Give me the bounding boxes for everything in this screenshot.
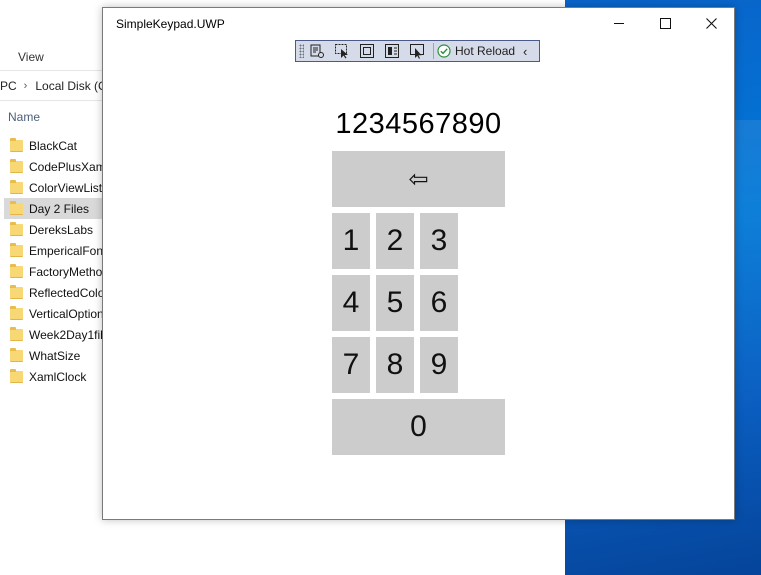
folder-name: ColorViewList (29, 180, 103, 195)
address-segment-pc[interactable]: PC (0, 79, 17, 93)
folder-icon (10, 221, 23, 236)
address-divider (0, 100, 104, 101)
list-item[interactable]: WhatSize (4, 345, 104, 366)
address-segment-local-disk[interactable]: Local Disk (C (35, 79, 106, 93)
hot-reload-label: Hot Reload (455, 44, 516, 58)
list-item[interactable]: ReflectedColo (4, 282, 104, 303)
xaml-debug-toolbar: Hot Reload ‹ (295, 40, 540, 62)
backspace-button[interactable]: ⇦ (332, 151, 505, 207)
folder-icon (10, 326, 23, 341)
hot-reload-button[interactable]: Hot Reload (437, 44, 515, 58)
desktop-area (0, 519, 565, 575)
folder-name: ReflectedColo (29, 285, 104, 300)
folder-icon (10, 158, 23, 173)
folder-name: FactoryMetho (29, 264, 103, 279)
key-1-button[interactable]: 1 (332, 213, 370, 269)
list-item[interactable]: EmpericalFont (4, 240, 104, 261)
folder-icon (10, 347, 23, 362)
folder-name: WhatSize (29, 348, 81, 363)
ribbon-tab-view[interactable]: View (18, 50, 44, 64)
display-layout-adorners-icon[interactable] (358, 42, 376, 60)
folder-icon (10, 368, 23, 383)
maximize-button[interactable] (642, 8, 688, 39)
folder-name: BlackCat (29, 138, 78, 153)
toolbar-grip-icon[interactable] (299, 44, 304, 58)
file-explorer-window: View PC › Local Disk (C Name BlackCat Co… (0, 0, 107, 519)
column-header-name[interactable]: Name (8, 110, 40, 124)
folder-name: DereksLabs (29, 222, 94, 237)
folder-name: VerticalOption (29, 306, 104, 321)
folder-icon (10, 263, 23, 278)
minimize-button[interactable] (596, 8, 642, 39)
key-0-button[interactable]: 0 (332, 399, 505, 455)
list-item[interactable]: CodePlusXam (4, 156, 104, 177)
list-item[interactable]: XamlClock (4, 366, 104, 387)
key-7-button[interactable]: 7 (332, 337, 370, 393)
key-5-button[interactable]: 5 (376, 275, 414, 331)
folder-name: Week2Day1file (29, 327, 104, 342)
backspace-arrow-icon: ⇦ (408, 165, 429, 193)
folder-name: XamlClock (29, 369, 87, 384)
toolbar-separator (433, 43, 434, 59)
list-item[interactable]: ColorViewList (4, 177, 104, 198)
file-list: BlackCat CodePlusXam ColorViewList Day 2… (4, 135, 104, 387)
list-item[interactable]: Week2Day1file (4, 324, 104, 345)
list-item-selected[interactable]: Day 2 Files (4, 198, 104, 219)
close-icon (705, 18, 717, 29)
list-item[interactable]: DereksLabs (4, 219, 104, 240)
close-button[interactable] (688, 8, 734, 39)
key-8-button[interactable]: 8 (376, 337, 414, 393)
key-2-button[interactable]: 2 (376, 213, 414, 269)
chevron-left-icon[interactable]: ‹ (523, 44, 527, 59)
folder-name: Day 2 Files (29, 201, 90, 216)
keypad-display: 1234567890 (335, 108, 502, 140)
folder-icon (10, 305, 23, 320)
key-3-button[interactable]: 3 (420, 213, 458, 269)
key-4-button[interactable]: 4 (332, 275, 370, 331)
chevron-right-icon: › (23, 80, 28, 92)
folder-icon (10, 179, 23, 194)
live-visual-tree-icon[interactable] (308, 42, 326, 60)
select-element-icon[interactable] (333, 42, 351, 60)
window-title: SimpleKeypad.UWP (116, 17, 225, 31)
folder-icon (10, 200, 23, 215)
key-6-button[interactable]: 6 (420, 275, 458, 331)
ribbon-divider (0, 70, 104, 71)
check-circle-icon (437, 44, 451, 58)
key-9-button[interactable]: 9 (420, 337, 458, 393)
folder-icon (10, 137, 23, 152)
maximize-icon (659, 18, 671, 29)
folder-name: EmpericalFont (29, 243, 104, 258)
minimize-icon (614, 23, 624, 24)
list-item[interactable]: FactoryMetho (4, 261, 104, 282)
folder-icon (10, 284, 23, 299)
list-item[interactable]: VerticalOption (4, 303, 104, 324)
list-item[interactable]: BlackCat (4, 135, 104, 156)
track-focus-icon[interactable] (383, 42, 401, 60)
element-selection-icon[interactable] (408, 42, 426, 60)
app-window: SimpleKeypad.UWP Hot Reload ‹ 1234567890… (102, 7, 735, 520)
folder-name: CodePlusXam (29, 159, 104, 174)
folder-icon (10, 242, 23, 257)
address-bar[interactable]: PC › Local Disk (C (0, 78, 107, 94)
title-bar[interactable]: SimpleKeypad.UWP (103, 8, 734, 39)
